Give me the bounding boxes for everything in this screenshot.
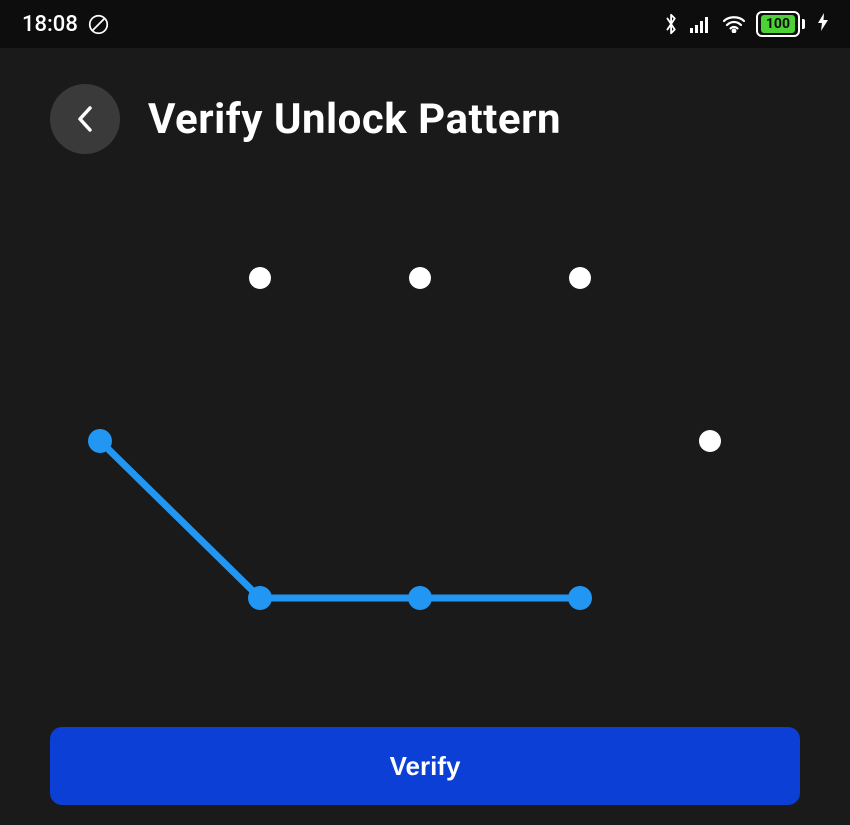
pattern-line (100, 441, 580, 598)
pattern-dot[interactable] (569, 267, 591, 289)
pattern-dot-selected[interactable] (88, 429, 112, 453)
pattern-dot[interactable] (249, 267, 271, 289)
pattern-dot[interactable] (409, 267, 431, 289)
verify-label: Verify (390, 751, 461, 782)
wifi-icon (722, 15, 746, 33)
battery-percent: 100 (761, 15, 795, 33)
status-bar: 18:08 (0, 0, 850, 48)
chevron-left-icon (76, 105, 94, 133)
battery-icon: 100 (756, 11, 805, 37)
pattern-dot-selected[interactable] (248, 586, 272, 610)
bluetooth-icon (664, 13, 680, 35)
pattern-dot-selected[interactable] (408, 586, 432, 610)
pattern-dot-selected[interactable] (568, 586, 592, 610)
header: Verify Unlock Pattern (0, 48, 850, 164)
signal-icon (690, 15, 712, 33)
page-title: Verify Unlock Pattern (148, 95, 561, 144)
status-time: 18:08 (22, 12, 78, 37)
verify-button[interactable]: Verify (50, 727, 800, 805)
charging-icon (818, 13, 828, 36)
back-button[interactable] (50, 84, 120, 154)
dnd-icon (88, 14, 109, 35)
pattern-grid[interactable] (0, 200, 850, 680)
pattern-dot[interactable] (699, 430, 721, 452)
